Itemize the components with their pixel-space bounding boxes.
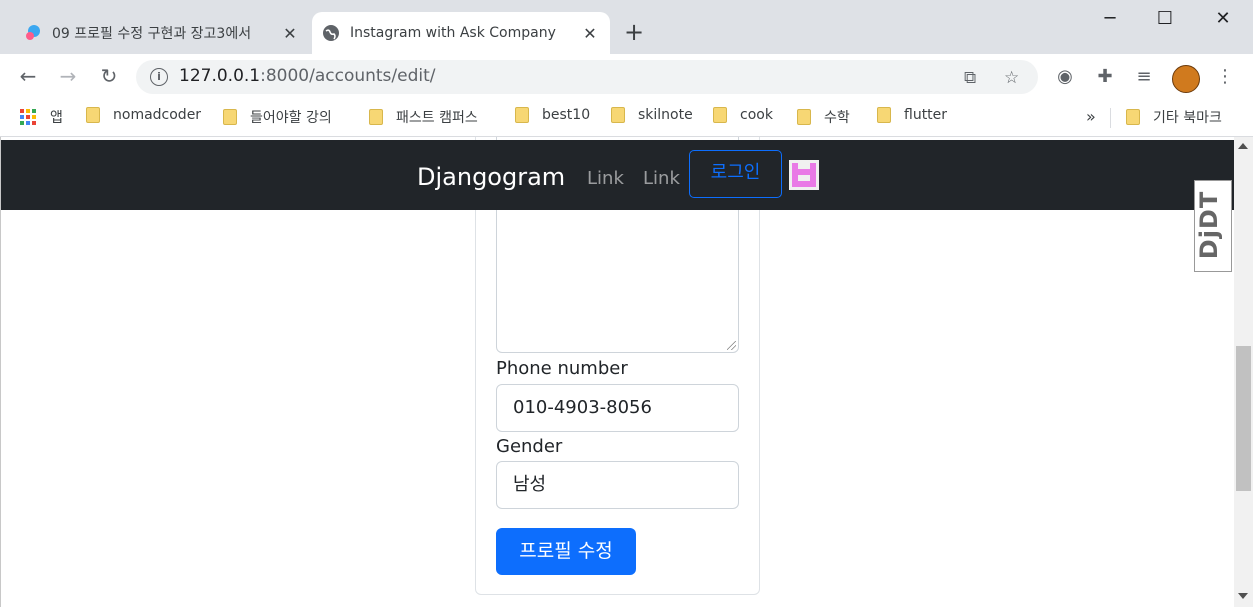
debug-toolbar-handle[interactable]: DjDT [1194,180,1232,272]
forward-icon[interactable]: → [56,64,80,88]
phone-input[interactable]: 010-4903-8056 [496,384,739,432]
bookmark-folder[interactable]: 수학 [797,107,850,127]
folder-icon [515,107,529,123]
folder-icon [611,107,625,123]
nav-link[interactable]: Link [587,168,624,189]
tab-strip: 09 프로필 수정 구현과 장고3에서 ✕ Instagram with Ask… [0,0,1253,54]
back-icon[interactable]: ← [16,64,40,88]
phone-label: Phone number [496,358,628,379]
reload-icon[interactable]: ↻ [97,64,121,88]
bookmark-star-icon[interactable]: ☆ [1004,68,1019,88]
bookmark-folder[interactable]: skilnote [611,107,693,123]
tab-title: 09 프로필 수정 구현과 장고3에서 [52,26,252,42]
folder-icon [877,107,891,123]
bookmark-apps[interactable]: 앱 [20,107,63,127]
bookmark-folder[interactable]: flutter [877,107,947,123]
bookmarks-bar: 앱 nomadcoder 들어야할 강의 패스트 캠퍼스 best10 skil… [0,100,1253,137]
folder-icon [369,109,383,125]
page-viewport: Phone number 010-4903-8056 Gender 남성 프로필… [0,137,1234,607]
bookmark-label: nomadcoder [113,107,202,123]
tab-title: Instagram with Ask Company [350,25,556,41]
bookmark-folder[interactable]: best10 [515,107,590,123]
bookmark-label: skilnote [638,107,693,123]
bookmark-label: 기타 북마크 [1153,110,1222,126]
scroll-up-arrow-icon[interactable] [1238,143,1248,149]
folder-icon [1126,109,1140,125]
scroll-thumb[interactable] [1236,346,1251,491]
folder-icon [797,109,811,125]
profile-avatar[interactable] [1172,65,1200,93]
reading-list-icon[interactable]: ≡ [1132,66,1156,87]
apps-grid-icon [20,109,36,125]
gender-label: Gender [496,436,563,457]
menu-icon[interactable]: ⋮ [1213,66,1237,87]
site-favicon-icon [26,25,40,40]
bookmark-label: flutter [904,107,948,123]
browser-toolbar: ← → ↻ i 127.0.0.1:8000/accounts/edit/ ⧉ … [0,54,1253,100]
translate-icon[interactable]: ⧉ [964,68,976,88]
bookmark-label: best10 [542,107,591,123]
page-scrollbar[interactable] [1234,137,1253,607]
djdt-label: DjDT [1195,190,1224,260]
globe-icon [323,25,339,41]
media-icon[interactable]: ◉ [1053,66,1077,87]
bookmark-label: 패스트 캠퍼스 [396,110,478,126]
bookmark-other[interactable]: 기타 북마크 [1126,107,1222,127]
new-tab-icon[interactable]: + [624,18,644,46]
extensions-icon[interactable]: ✚ [1093,66,1117,87]
resize-grip-icon[interactable] [727,341,736,350]
bookmarks-divider [1110,108,1111,128]
folder-icon [223,109,237,125]
bookmark-folder[interactable]: cook [713,107,773,123]
url-host: 127.0.0.1 [179,66,261,86]
bookmark-label: cook [740,107,773,123]
bookmarks-overflow-icon[interactable]: » [1086,107,1096,126]
close-window-icon[interactable]: ✕ [1203,8,1243,29]
bookmark-folder[interactable]: nomadcoder [86,107,201,123]
minimize-icon[interactable]: ─ [1090,8,1130,29]
bookmark-folder[interactable]: 패스트 캠퍼스 [369,107,478,127]
site-navbar: Djangogram Link Link 로그인 [1,140,1234,210]
bookmark-label: 앱 [50,110,63,126]
folder-icon [713,107,727,123]
bookmark-label: 수학 [824,110,850,126]
user-avatar[interactable] [789,160,819,190]
site-info-icon[interactable]: i [150,68,168,86]
tab-inactive[interactable]: 09 프로필 수정 구현과 장고3에서 ✕ [14,12,310,54]
tab-active[interactable]: Instagram with Ask Company ✕ [312,12,610,54]
login-button[interactable]: 로그인 [689,150,782,198]
maximize-icon[interactable]: ☐ [1145,8,1185,29]
url-path: :8000/accounts/edit/ [260,66,436,86]
navbar-brand[interactable]: Djangogram [417,163,565,191]
nav-link[interactable]: Link [643,168,680,189]
url-text[interactable]: 127.0.0.1:8000/accounts/edit/ [179,66,436,86]
scroll-down-arrow-icon[interactable] [1238,593,1248,599]
profile-submit-button[interactable]: 프로필 수정 [496,528,636,575]
address-bar[interactable]: i 127.0.0.1:8000/accounts/edit/ ⧉ ☆ [136,60,1038,94]
gender-select[interactable]: 남성 [496,461,739,509]
tab-close-icon[interactable]: ✕ [280,24,300,43]
bookmark-folder[interactable]: 들어야할 강의 [223,107,332,127]
tab-close-icon[interactable]: ✕ [580,24,600,43]
bookmark-label: 들어야할 강의 [250,110,332,126]
folder-icon [86,107,100,123]
